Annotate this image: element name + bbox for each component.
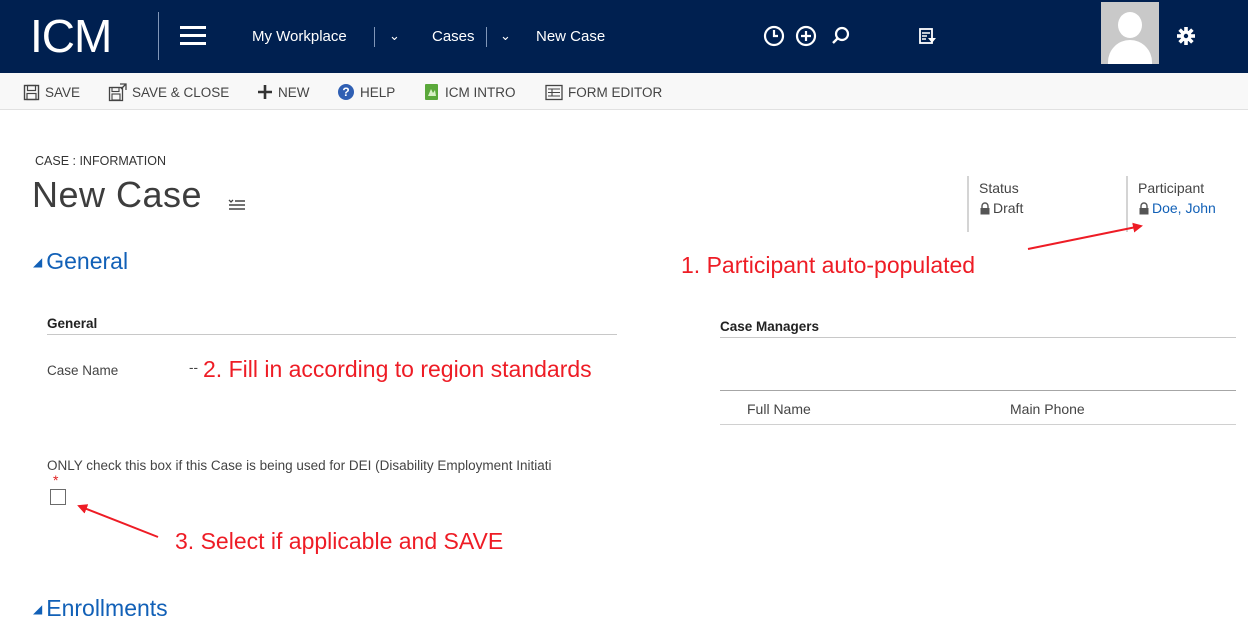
nav-cases-chevron-down-icon[interactable]: ⌄ xyxy=(500,24,511,50)
plus-icon xyxy=(258,85,272,99)
history-icon[interactable] xyxy=(760,20,790,52)
case-managers-header: Case Managers xyxy=(720,319,1236,338)
grid-header-bottom-border xyxy=(720,424,1236,425)
svg-text:?: ? xyxy=(342,85,349,99)
save-button[interactable]: SAVE xyxy=(23,81,80,103)
annotation-arrow-participant xyxy=(1027,222,1143,250)
icm-intro-icon xyxy=(425,84,438,100)
dei-checkbox[interactable] xyxy=(50,489,66,505)
section-general-header[interactable]: ◢ General xyxy=(33,248,128,275)
nav-new-case[interactable]: New Case xyxy=(536,24,605,50)
case-name-label: Case Name xyxy=(47,363,119,378)
help-label: HELP xyxy=(360,84,396,100)
icm-intro-label: ICM INTRO xyxy=(445,84,516,100)
save-label: SAVE xyxy=(45,84,81,100)
participant-link[interactable]: Doe, John xyxy=(1152,200,1216,216)
top-navigation-bar: ICM My Workplace ⌄ Cases ⌄ New Case xyxy=(0,0,1248,73)
annotation-arrow-checkbox xyxy=(77,504,159,538)
entity-form-label: CASE : INFORMATION xyxy=(35,154,167,168)
collapse-triangle-icon: ◢ xyxy=(33,254,43,269)
section-enrollments-header[interactable]: ◢ Enrollments xyxy=(33,595,168,622)
settings-gear-icon[interactable] xyxy=(1172,20,1202,52)
grid-header-top-border xyxy=(720,390,1236,391)
new-button[interactable]: NEW xyxy=(257,81,310,103)
search-icon[interactable] xyxy=(826,20,856,52)
form-editor-label: FORM EDITOR xyxy=(568,84,663,100)
hamburger-menu-icon[interactable] xyxy=(180,26,206,46)
nav-divider xyxy=(374,27,375,47)
nav-divider xyxy=(486,27,487,47)
annotation-case-name: 2. Fill in according to region standards xyxy=(203,356,592,382)
header-status-field: Status Draft xyxy=(967,176,1023,232)
form-selector-icon[interactable] xyxy=(228,197,246,211)
icm-intro-button[interactable]: ICM INTRO xyxy=(424,81,516,103)
dei-checkbox-label: ONLY check this box if this Case is bein… xyxy=(47,458,552,473)
form-editor-button[interactable]: FORM EDITOR xyxy=(545,81,662,103)
grid-column-full-name[interactable]: Full Name xyxy=(747,401,811,417)
nav-my-workplace[interactable]: My Workplace xyxy=(252,24,347,50)
command-bar: SAVE SAVE & CLOSE NEW ? HELP ICM INTRO F… xyxy=(0,73,1248,110)
logo-divider xyxy=(158,12,159,60)
annotation-checkbox: 3. Select if applicable and SAVE xyxy=(175,528,504,554)
status-value: Draft xyxy=(993,200,1024,216)
subsection-general-header: General xyxy=(47,316,617,335)
grid-column-main-phone[interactable]: Main Phone xyxy=(1010,401,1085,417)
save-and-close-label: SAVE & CLOSE xyxy=(132,84,230,100)
required-marker: * xyxy=(53,472,59,488)
save-icon xyxy=(23,84,40,100)
help-button[interactable]: ? HELP xyxy=(337,81,395,103)
section-enrollments-title: Enrollments xyxy=(46,595,168,621)
status-label: Status xyxy=(979,180,1019,196)
help-icon: ? xyxy=(338,84,354,100)
advanced-find-icon[interactable] xyxy=(913,20,943,52)
nav-my-workplace-chevron-down-icon[interactable]: ⌄ xyxy=(389,24,400,50)
page-title: New Case xyxy=(32,174,203,215)
app-logo[interactable]: ICM xyxy=(30,2,112,70)
annotation-participant: 1. Participant auto-populated xyxy=(681,252,976,278)
participant-label: Participant xyxy=(1138,180,1205,196)
new-label: NEW xyxy=(278,84,310,100)
section-general-title: General xyxy=(46,248,129,274)
nav-cases[interactable]: Cases xyxy=(432,24,475,50)
lock-icon xyxy=(1139,201,1149,214)
header-participant-field: Participant Doe, John xyxy=(1126,176,1216,232)
save-and-close-icon xyxy=(108,82,127,101)
quick-create-icon[interactable] xyxy=(792,20,822,52)
status-value-wrapper: Draft xyxy=(979,200,1023,216)
participant-value-wrapper[interactable]: Doe, John xyxy=(1138,200,1216,216)
form-editor-icon xyxy=(545,84,563,100)
save-and-close-button[interactable]: SAVE & CLOSE xyxy=(108,81,229,103)
user-avatar[interactable] xyxy=(1101,2,1159,64)
collapse-triangle-icon: ◢ xyxy=(33,601,43,616)
lock-icon xyxy=(980,201,990,214)
case-name-input[interactable]: -- xyxy=(189,360,198,375)
